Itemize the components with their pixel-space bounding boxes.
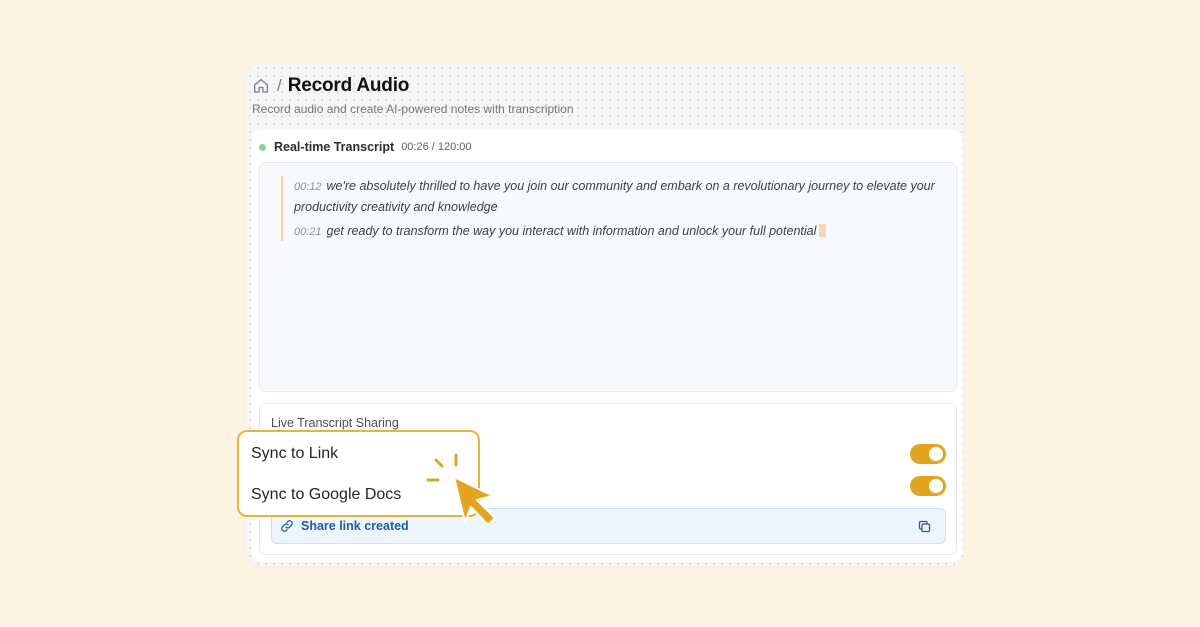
- transcript-timestamp: 00:21: [294, 226, 322, 238]
- transcript-timestamp: 00:12: [294, 181, 322, 193]
- recording-time: 00:26 / 120:00: [401, 141, 472, 153]
- live-status-dot: [259, 143, 266, 151]
- breadcrumb-separator: /: [277, 76, 282, 95]
- transcript-box[interactable]: 00:12 we're absolutely thrilled to have y…: [259, 162, 957, 392]
- transcript-line: 00:21 get ready to transform the way you …: [294, 221, 944, 242]
- sync-to-link-label[interactable]: Sync to Link: [251, 445, 338, 463]
- transcript-accent-bar: [281, 176, 283, 241]
- transcript-label: Real-time Transcript: [274, 140, 395, 154]
- link-icon: [280, 519, 294, 533]
- typing-caret: [819, 224, 827, 237]
- transcript-text: get ready to transform the way you inter…: [326, 224, 817, 238]
- sync-to-google-docs-label[interactable]: Sync to Google Docs: [251, 486, 401, 504]
- sharing-title: Live Transcript Sharing: [271, 416, 399, 430]
- transcript-line: 00:12 we're absolutely thrilled to have y…: [294, 176, 944, 217]
- toggle-knob: [929, 447, 943, 461]
- page-title: Record Audio: [287, 75, 410, 96]
- share-link-text[interactable]: Share link created: [301, 519, 409, 533]
- sync-to-google-docs-toggle[interactable]: [910, 476, 946, 496]
- transcript-text: we're absolutely thrilled to have you jo…: [294, 179, 935, 214]
- toggle-knob: [929, 479, 943, 493]
- transcript-header: Real-time Transcript 00:26 / 120:00: [259, 139, 472, 155]
- copy-icon[interactable]: [917, 519, 932, 534]
- click-cursor-icon: [426, 453, 496, 526]
- sync-to-link-toggle[interactable]: [910, 444, 946, 464]
- home-icon[interactable]: [252, 77, 270, 95]
- breadcrumb: / Record Audio: [252, 75, 409, 97]
- page-subtitle: Record audio and create AI-powered notes…: [252, 102, 574, 116]
